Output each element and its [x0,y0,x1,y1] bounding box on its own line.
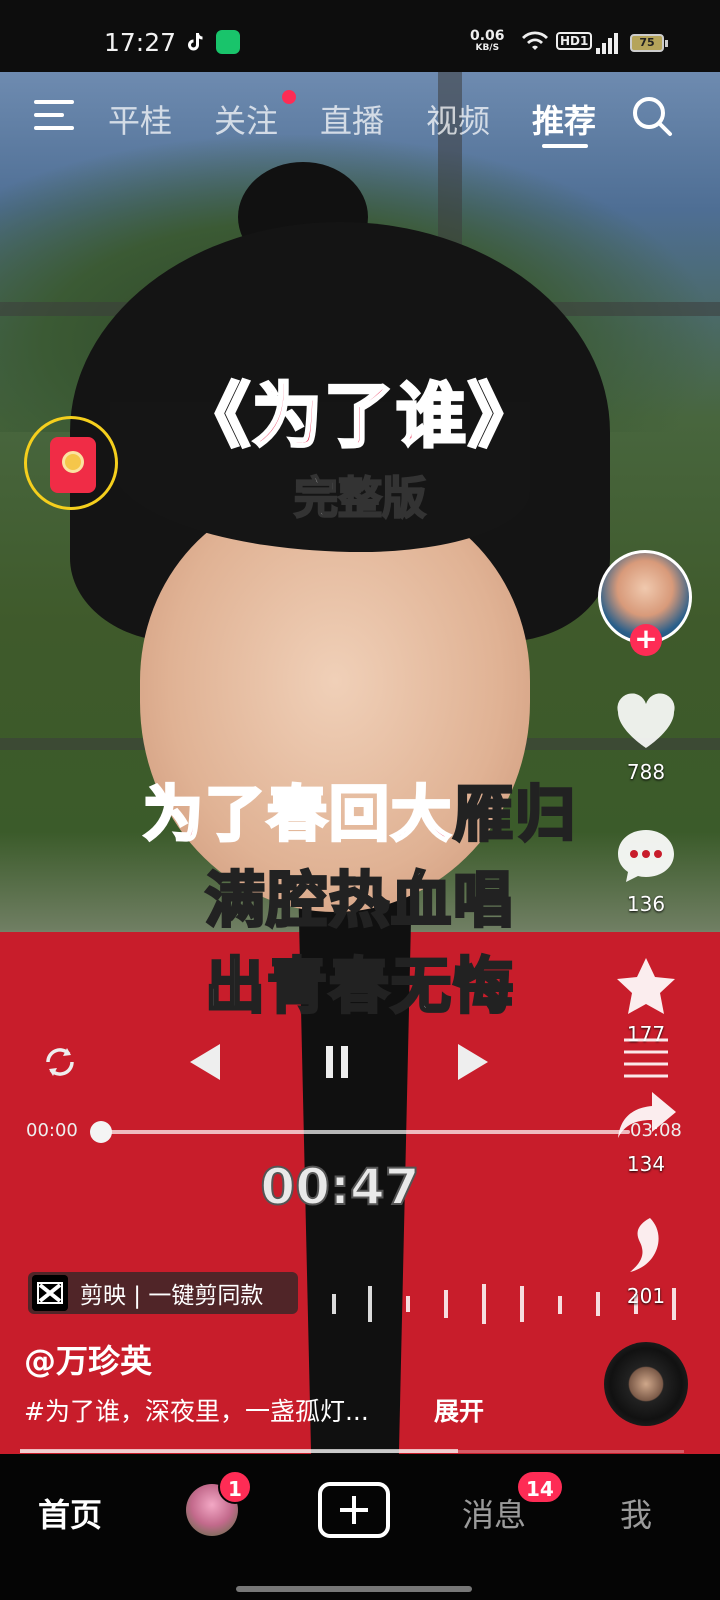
star-icon[interactable] [614,956,678,1016]
coin-icon [62,451,84,473]
playlist-icon [624,1038,668,1078]
tab-following[interactable]: 关注 [214,96,278,142]
video-description: #为了谁，深夜里，一盏孤灯... [24,1397,369,1426]
nav-me[interactable]: 我 [620,1490,652,1536]
tab-live[interactable]: 直播 [320,96,384,142]
lyric-line-1-rest: 雁归 [452,779,577,852]
status-time: 17:27 [104,28,177,57]
app-icon [216,30,240,54]
tiktok-icon [188,33,203,51]
loop-icon [46,1048,74,1076]
hd-label: HD1 [556,32,593,50]
time-start: 00:00 [26,1120,78,1141]
following-dot-badge [282,90,296,104]
home-indicator[interactable] [236,1586,472,1592]
share-count: 134 [626,1152,666,1176]
follow-button[interactable]: + [630,624,662,656]
tab-pinggui[interactable]: 平桂 [108,96,172,142]
previous-icon [190,1044,220,1080]
next-icon [458,1044,488,1080]
author-username[interactable]: @万珍英 [24,1336,152,1382]
signal-icon [596,33,618,54]
expand-link[interactable]: 展开 [434,1392,484,1428]
friends-badge: 1 [218,1470,252,1504]
gift-count: 201 [626,1284,666,1308]
add-video-button[interactable] [318,1482,390,1538]
gift-icon[interactable] [614,1216,678,1276]
music-disc-icon[interactable] [604,1342,688,1426]
red-packet-button[interactable] [24,416,118,510]
wifi-icon [522,31,548,50]
share-icon[interactable] [614,1086,678,1146]
nav-home[interactable]: 首页 [38,1490,102,1536]
network-speed-value: 0.06 [470,28,505,44]
tab-recommend[interactable]: 推荐 [532,96,596,142]
network-speed: 0.06 KB/S [470,28,505,54]
battery-icon: 75 [630,34,668,52]
red-packet-icon [50,437,96,493]
seek-track [100,1130,630,1134]
app-screen: 17:27 0.06 KB/S HD1 75 平桂 关注 直播 视频 推荐 《为… [0,0,720,1600]
lyric-line-1-highlight: 为了春回大 [142,779,453,852]
pause-icon [326,1046,348,1078]
active-tab-indicator [542,144,588,148]
lyric-line-3: 出青春无悔 [204,951,515,1024]
nav-messages[interactable]: 消息 [462,1490,526,1536]
current-time: 00:47 [259,1157,420,1217]
video-progress-fill [20,1449,459,1453]
menu-icon[interactable] [34,100,76,132]
comment-count: 136 [626,892,666,916]
search-icon[interactable] [630,94,674,138]
status-bar: 17:27 0.06 KB/S HD1 75 [0,0,720,72]
tab-video[interactable]: 视频 [426,96,490,142]
heart-icon[interactable] [614,692,678,752]
capcut-template-button[interactable]: 剪映 | 一键剪同款 [28,1272,298,1314]
comment-icon[interactable] [614,826,678,886]
capcut-label: 剪映 | 一键剪同款 [80,1283,264,1309]
messages-badge: 14 [516,1470,564,1504]
capcut-icon [32,1275,68,1311]
seek-knob [90,1121,112,1143]
like-count: 788 [626,760,666,784]
